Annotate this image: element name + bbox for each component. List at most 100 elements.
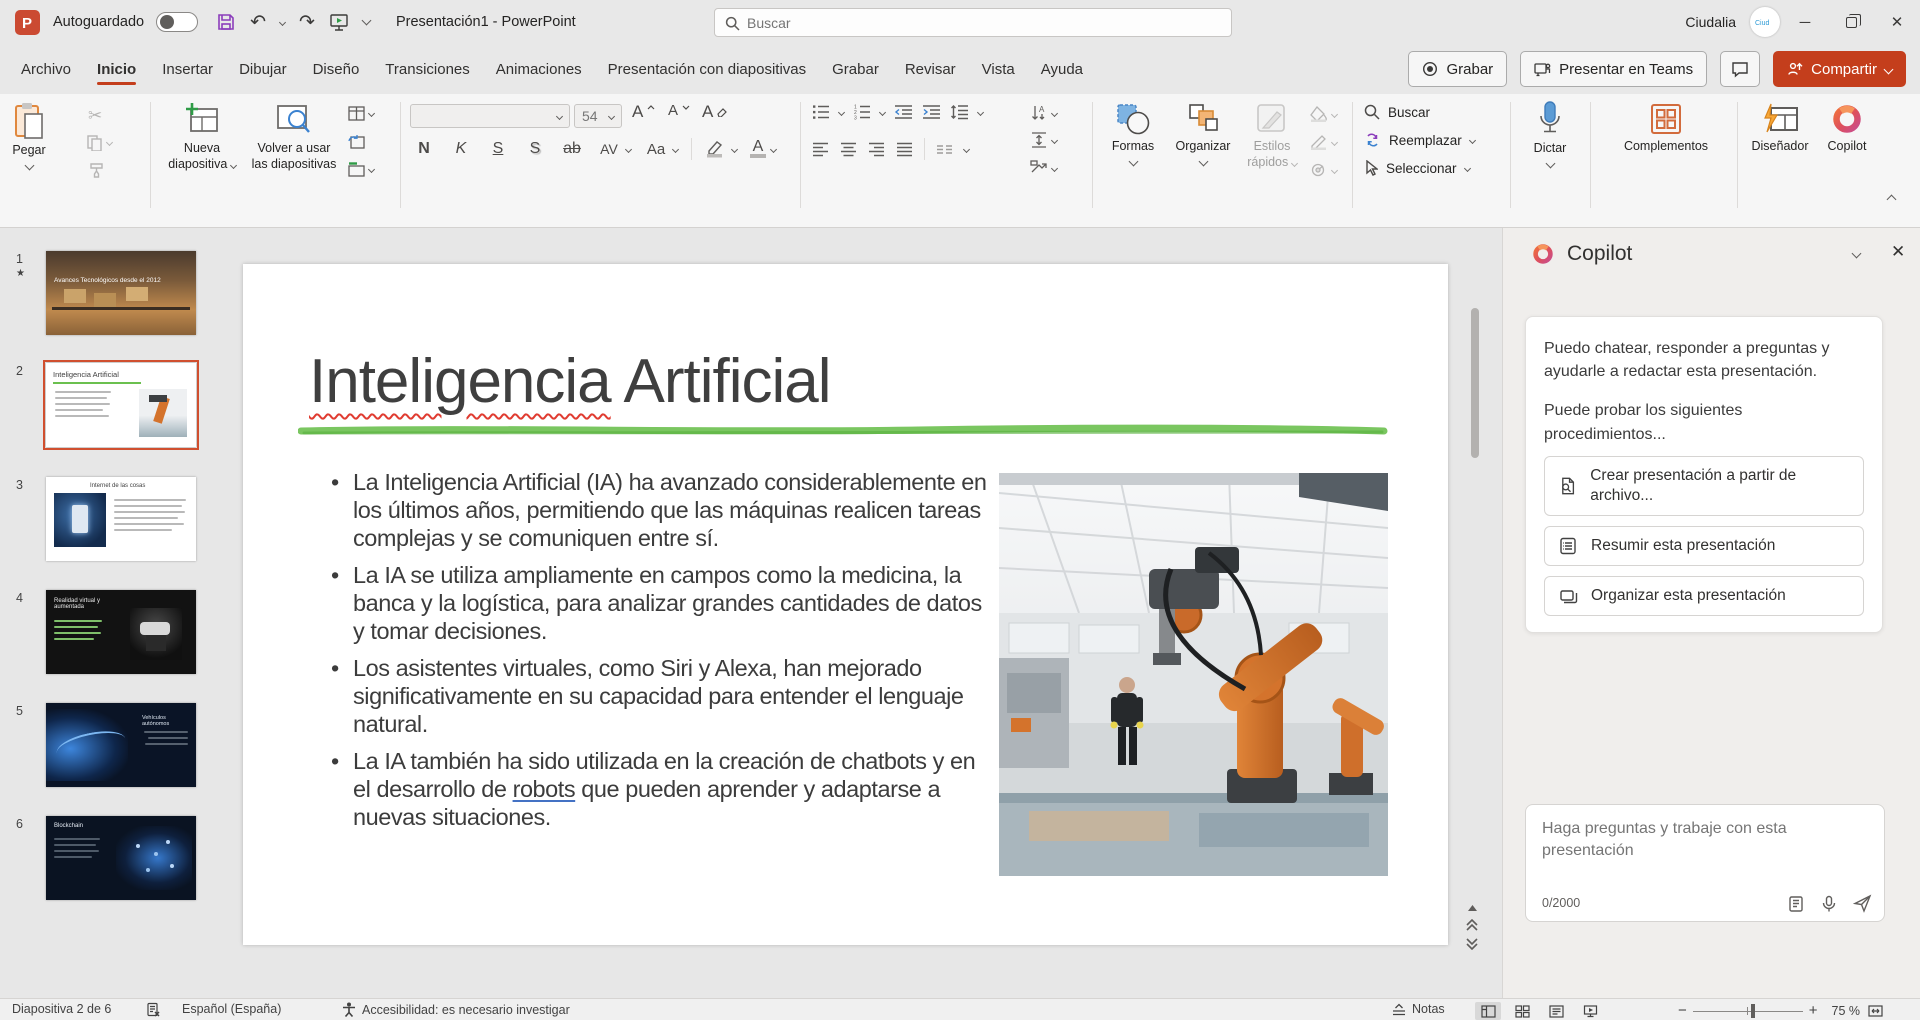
previous-slide-button[interactable] (1466, 919, 1478, 931)
shape-effects-button[interactable] (1310, 162, 1337, 178)
copy-button[interactable] (86, 134, 112, 151)
section-button[interactable] (348, 162, 374, 177)
avatar[interactable]: Ciud (1750, 7, 1780, 37)
tab-presentacion[interactable]: Presentación con diapositivas (595, 49, 819, 90)
font-color-button[interactable]: A (750, 140, 766, 158)
undo-chevron-icon[interactable] (279, 18, 286, 25)
text-direction-button[interactable]: A (1030, 104, 1057, 122)
user-name[interactable]: Ciudalia (1685, 14, 1736, 30)
reading-view-button[interactable] (1543, 1002, 1569, 1020)
bullet-list-icon[interactable] (812, 104, 830, 120)
find-button[interactable]: Buscar (1364, 104, 1430, 120)
paste-button[interactable]: Pegar (12, 102, 46, 169)
slide-canvas[interactable]: Inteligencia Artificial •La Inteligencia… (243, 264, 1448, 945)
save-icon[interactable] (216, 12, 236, 32)
highlight-color-button[interactable] (705, 140, 725, 158)
scrollbar-thumb[interactable] (1471, 308, 1479, 458)
tab-revisar[interactable]: Revisar (892, 49, 969, 90)
text-shadow-button[interactable]: S (523, 140, 547, 158)
justify-icon[interactable] (896, 142, 913, 157)
slide-counter[interactable]: Diapositiva 2 de 6 (12, 1002, 111, 1016)
align-text-button[interactable] (1030, 132, 1057, 148)
tab-inicio[interactable]: Inicio (84, 49, 149, 90)
decrease-indent-icon[interactable] (894, 104, 913, 120)
clear-formatting-button[interactable]: A (702, 102, 727, 122)
new-slide-button[interactable]: Nuevadiapositiva (160, 102, 244, 172)
spacing-list-chevron-icon[interactable] (977, 108, 984, 115)
spacing-chevron-icon[interactable] (625, 145, 632, 152)
slide-title[interactable]: Inteligencia Artificial (309, 346, 831, 417)
thumbnail-slide-6[interactable]: Blockchain (46, 816, 196, 900)
notes-toggle[interactable]: Notas (1392, 1002, 1445, 1016)
search-box[interactable] (714, 8, 1232, 37)
share-button[interactable]: Compartir (1773, 51, 1906, 87)
language-indicator[interactable]: Español (España) (182, 1002, 281, 1016)
redo-icon[interactable]: ↷ (299, 13, 315, 32)
suggestion-create-from-file[interactable]: Crear presentación a partir de archivo..… (1544, 456, 1864, 516)
next-slide-button[interactable] (1466, 938, 1478, 950)
line-spacing-icon[interactable] (950, 104, 969, 120)
thumbnail-slide-3[interactable]: Internet de las cosas (46, 477, 196, 561)
powerpoint-app-icon[interactable]: P (15, 10, 40, 35)
tab-archivo[interactable]: Archivo (8, 49, 84, 90)
case-chevron-icon[interactable] (672, 145, 679, 152)
tab-diseno[interactable]: Diseño (300, 49, 373, 90)
increase-font-button[interactable]: A (632, 102, 655, 122)
zoom-slider-thumb[interactable] (1751, 1004, 1755, 1018)
prompt-templates-icon[interactable] (1787, 895, 1805, 913)
minimize-button[interactable]: ─ (1782, 0, 1828, 44)
slide-sorter-view-button[interactable] (1509, 1002, 1535, 1020)
designer-button[interactable]: Diseñador (1744, 102, 1816, 155)
italic-button[interactable]: K (449, 140, 473, 158)
convert-smartart-button[interactable] (1030, 160, 1057, 176)
suggestion-organize[interactable]: Organizar esta presentación (1544, 576, 1864, 616)
close-button[interactable]: ✕ (1874, 0, 1920, 44)
addins-button[interactable]: Complementos (1600, 102, 1732, 155)
tab-transiciones[interactable]: Transiciones (372, 49, 482, 90)
zoom-out-button[interactable]: − (1672, 1002, 1693, 1019)
reset-slide-button[interactable] (348, 134, 365, 149)
shapes-button[interactable]: Formas (1102, 102, 1164, 165)
normal-view-button[interactable] (1475, 1002, 1501, 1020)
restore-button[interactable] (1828, 0, 1874, 44)
highlight-chevron-icon[interactable] (731, 145, 738, 152)
align-center-icon[interactable] (840, 142, 857, 157)
copilot-input-box[interactable]: 0/2000 (1525, 804, 1885, 922)
editor-scrollbar[interactable] (1471, 242, 1479, 942)
accessibility-status[interactable]: Accesibilidad: es necesario investigar (342, 1002, 570, 1017)
font-size-combobox[interactable]: 54 (574, 104, 622, 128)
tab-ayuda[interactable]: Ayuda (1028, 49, 1096, 90)
select-button[interactable]: Seleccionar (1364, 160, 1470, 176)
tab-insertar[interactable]: Insertar (149, 49, 226, 90)
autosave-toggle[interactable] (156, 12, 198, 32)
copilot-button[interactable]: Copilot (1818, 102, 1876, 155)
character-spacing-button[interactable]: AV (597, 141, 621, 157)
factory-robot-image[interactable] (999, 473, 1388, 876)
shape-fill-button[interactable] (1310, 106, 1337, 122)
shape-outline-button[interactable] (1310, 134, 1337, 150)
start-slideshow-icon[interactable] (329, 12, 349, 32)
fit-slide-to-window-icon[interactable] (1868, 1004, 1883, 1018)
tab-animaciones[interactable]: Animaciones (483, 49, 595, 90)
tab-grabar[interactable]: Grabar (819, 49, 892, 90)
microphone-input-icon[interactable] (1820, 895, 1838, 913)
thumbnail-slide-5[interactable]: Vehículos autónomos (46, 703, 196, 787)
reuse-slides-button[interactable]: Volver a usarlas diapositivas (248, 102, 340, 172)
suggestion-summarize[interactable]: Resumir esta presentación (1544, 526, 1864, 566)
copilot-collapse-chevron-icon[interactable] (1852, 249, 1862, 259)
bold-button[interactable]: N (412, 140, 436, 158)
slideshow-view-button[interactable] (1577, 1002, 1603, 1020)
thumbnail-slide-4[interactable]: Realidad virtual y aumentada (46, 590, 196, 674)
tab-dibujar[interactable]: Dibujar (226, 49, 300, 90)
font-color-chevron-icon[interactable] (770, 145, 777, 152)
scroll-up-arrow-icon[interactable] (1467, 904, 1478, 912)
bullets-chevron-icon[interactable] (838, 108, 845, 115)
tab-vista[interactable]: Vista (969, 49, 1028, 90)
thumbnail-slide-1[interactable]: Avances Tecnológicos desde el 2012 (46, 251, 196, 335)
underline-button[interactable]: S (486, 140, 510, 158)
replace-button[interactable]: Reemplazar (1364, 132, 1475, 148)
arrange-button[interactable]: Organizar (1168, 102, 1238, 165)
increase-indent-icon[interactable] (922, 104, 941, 120)
decrease-font-button[interactable]: A (668, 102, 690, 119)
columns-icon[interactable] (936, 142, 953, 157)
